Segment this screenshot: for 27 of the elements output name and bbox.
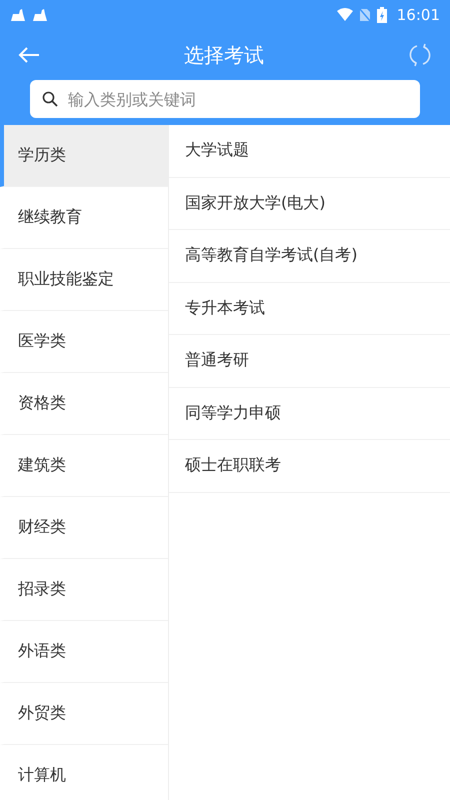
category-item[interactable]: 外贸类 bbox=[0, 683, 168, 745]
category-item[interactable]: 职业技能鉴定 bbox=[0, 249, 168, 311]
exam-item[interactable]: 硕士在职联考 bbox=[169, 440, 450, 492]
exam-item[interactable]: 国家开放大学(电大) bbox=[169, 178, 450, 230]
search-icon bbox=[42, 91, 58, 107]
wifi-icon bbox=[336, 8, 353, 22]
category-item[interactable]: 学历类 bbox=[0, 125, 168, 187]
notification-icon bbox=[10, 8, 26, 22]
exam-item[interactable]: 专升本考试 bbox=[169, 282, 450, 335]
notification-icon bbox=[32, 8, 48, 22]
status-time: 16:01 bbox=[396, 6, 440, 24]
page-title: 选择考试 bbox=[183, 42, 265, 68]
category-item[interactable]: 外语类 bbox=[0, 621, 168, 683]
category-item[interactable]: 医学类 bbox=[0, 311, 168, 373]
category-item[interactable]: 招录类 bbox=[0, 559, 168, 621]
exam-item[interactable]: 普通考研 bbox=[169, 335, 450, 388]
category-item[interactable]: 建筑类 bbox=[0, 435, 168, 497]
category-item[interactable]: 财经类 bbox=[0, 497, 168, 559]
search-bar[interactable]: 输入类别或关键词 bbox=[30, 80, 420, 118]
exam-item[interactable]: 大学试题 bbox=[169, 125, 450, 178]
category-item[interactable]: 计算机 bbox=[0, 745, 168, 800]
no-sim-icon bbox=[358, 8, 371, 22]
exam-item[interactable]: 高等教育自学考试(自考) bbox=[169, 230, 450, 282]
battery-charging-icon bbox=[376, 7, 387, 23]
category-item[interactable]: 资格类 bbox=[0, 373, 168, 435]
category-item[interactable]: 继续教育 bbox=[0, 187, 168, 249]
exam-item[interactable]: 同等学力申硕 bbox=[169, 388, 450, 440]
